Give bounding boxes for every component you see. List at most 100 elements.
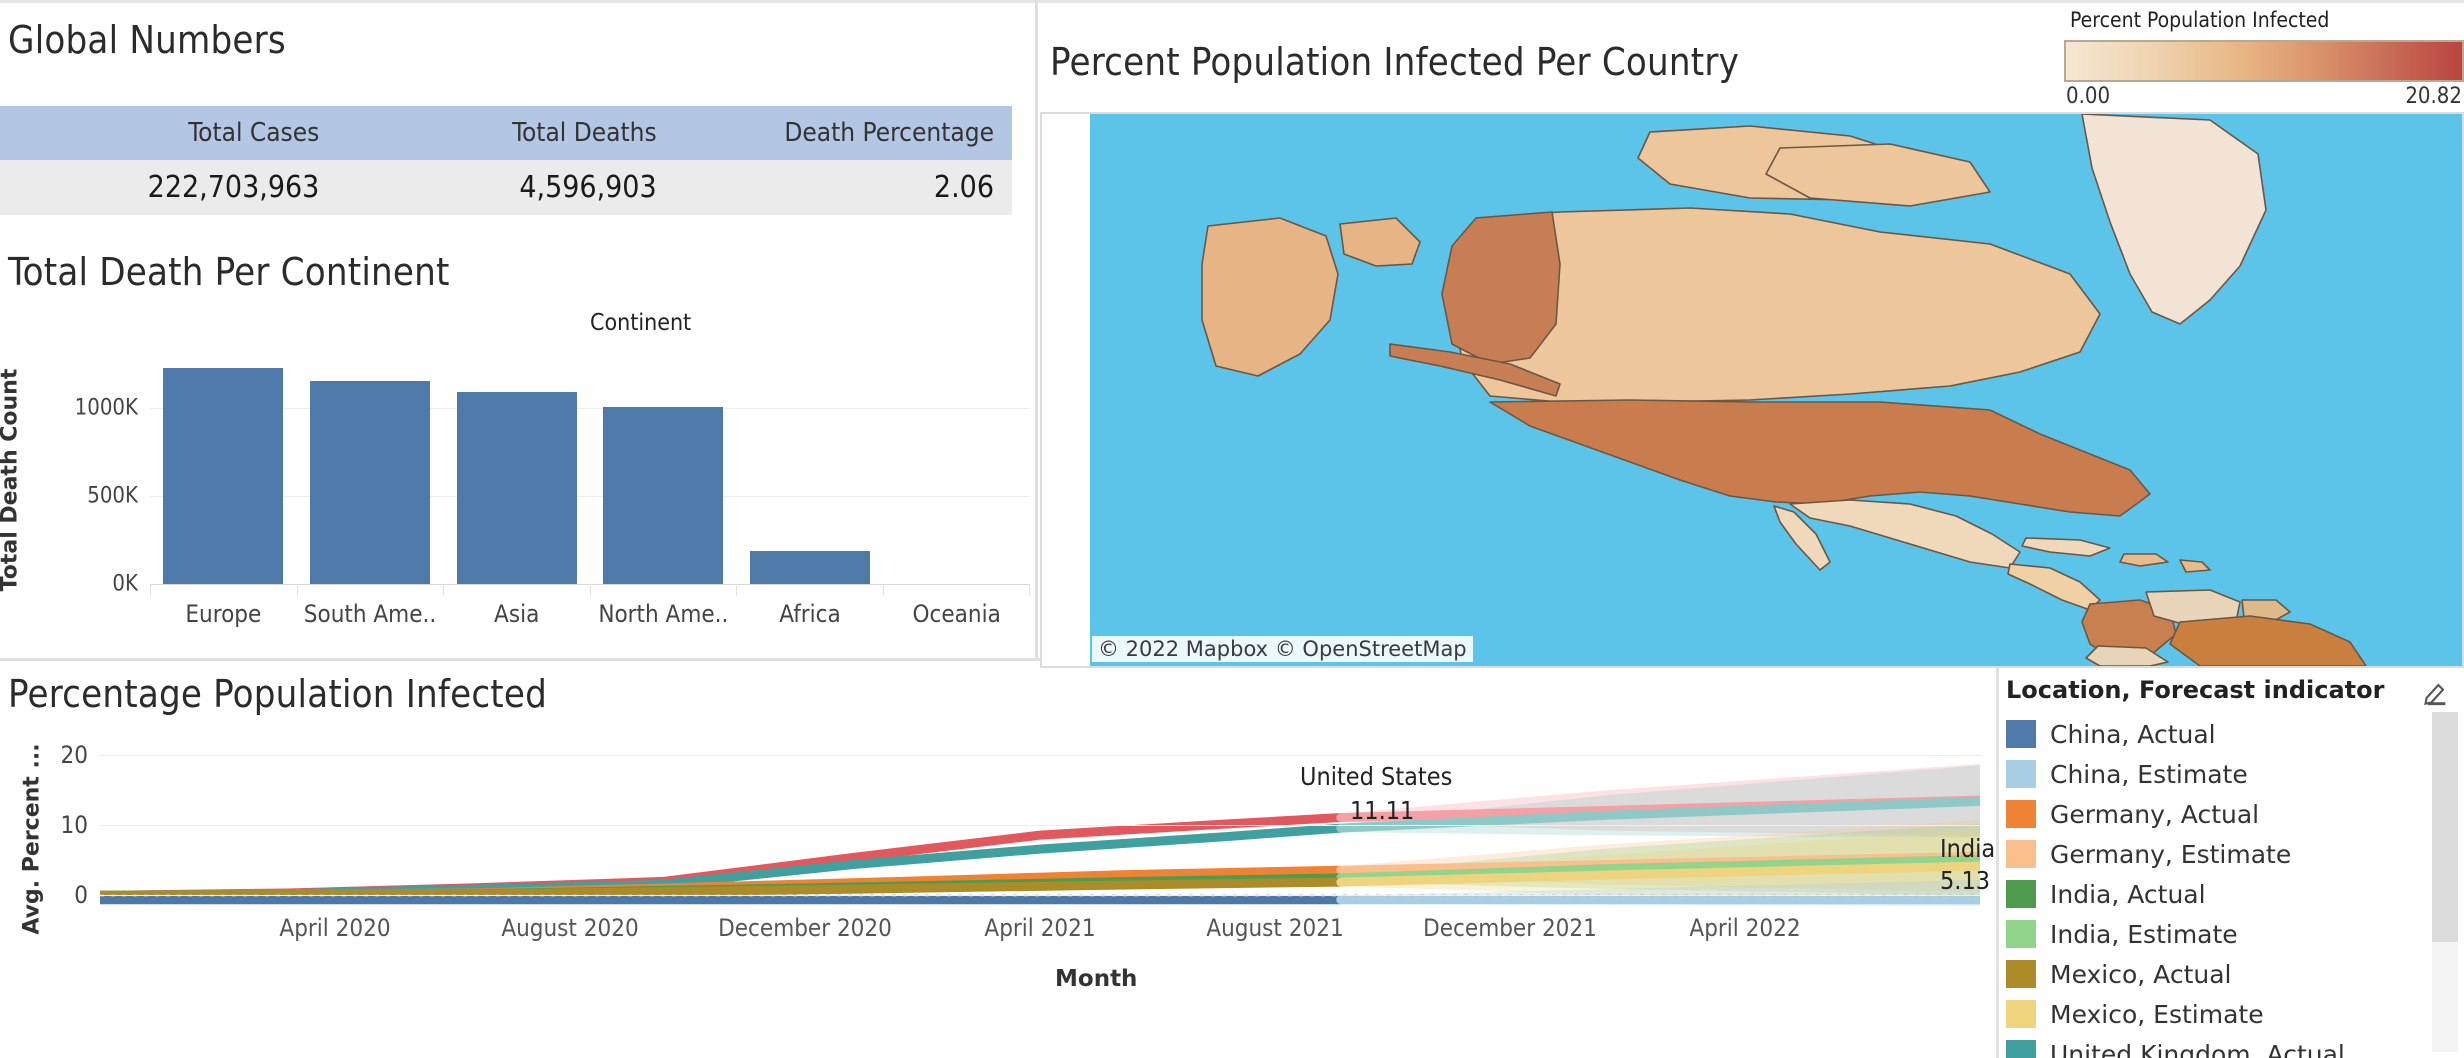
legend-scrollbar-thumb[interactable]: [2432, 712, 2458, 942]
series-legend-items: China, Actual China, Estimate Germany, Act…: [2006, 714, 2406, 1058]
table-row: 222,703,963 4,596,903 2.06: [0, 160, 1012, 217]
legend-swatch: [2006, 800, 2036, 828]
global-numbers-title: Global Numbers: [8, 18, 286, 62]
bar[interactable]: [163, 367, 284, 584]
legend-item[interactable]: China, Actual: [2006, 714, 2406, 754]
bar-chart-title: Total Death Per Continent: [8, 250, 450, 294]
legend-scrollbar-track[interactable]: [2432, 712, 2458, 1052]
legend-item[interactable]: Germany, Actual: [2006, 794, 2406, 834]
map-legend-scale: 0.00 20.82: [2064, 84, 2464, 109]
bar-category-label[interactable]: Africa: [737, 600, 884, 628]
dashboard-root: Global Numbers Total Cases Total Deaths …: [0, 0, 2464, 1058]
line-x-tick-label: April 2021: [984, 914, 1096, 942]
annotation-india: India: [1940, 834, 1996, 863]
legend-swatch: [2006, 1040, 2036, 1058]
bar[interactable]: [309, 381, 431, 584]
bar-category-label[interactable]: North Ame..: [590, 600, 737, 628]
map-color-legend: Percent Population Infected 0.00 20.82: [2064, 8, 2464, 109]
line-x-tick-label: December 2021: [1423, 914, 1597, 942]
legend-swatch: [2006, 720, 2036, 748]
bar[interactable]: [749, 550, 871, 584]
bar-slot: [737, 352, 884, 584]
cell-death-percentage[interactable]: 2.06: [674, 160, 1012, 217]
cell-total-cases[interactable]: 222,703,963: [0, 160, 338, 217]
annotation-united-states-value: 11.11: [1350, 796, 1415, 825]
bar-category-label[interactable]: Europe: [150, 600, 297, 628]
column-header-death-percentage[interactable]: Death Percentage: [674, 106, 1012, 160]
total-death-per-continent-panel: Total Death Per Continent Total Death Co…: [0, 250, 1030, 650]
map-legend-gradient: [2064, 40, 2464, 82]
column-header-total-cases[interactable]: Total Cases: [0, 106, 338, 160]
table-header-row: Total Cases Total Deaths Death Percentag…: [0, 106, 1012, 160]
series-legend-panel: Location, Forecast indicator China, Actu…: [2000, 668, 2464, 1058]
legend-swatch: [2006, 880, 2036, 908]
legend-item[interactable]: India, Estimate: [2006, 914, 2406, 954]
line-x-tick-label: August 2021: [1206, 914, 1344, 942]
bar-slot: [883, 352, 1030, 584]
bar-axis-tick: [589, 584, 737, 596]
map-title: Percent Population Infected Per Country: [1050, 40, 1740, 84]
top-divider: [0, 0, 2464, 3]
bar-y-axis-title: Total Death Count: [0, 368, 23, 592]
map-panel: Percent Population Infected Per Country …: [1040, 8, 2464, 668]
pencil-icon[interactable]: [2422, 678, 2450, 706]
vertical-divider: [1035, 0, 1038, 660]
legend-item[interactable]: Mexico, Actual: [2006, 954, 2406, 994]
legend-item[interactable]: Germany, Estimate: [2006, 834, 2406, 874]
map-attribution: © 2022 Mapbox © OpenStreetMap: [1092, 636, 1473, 662]
legend-item[interactable]: Mexico, Estimate: [2006, 994, 2406, 1034]
bar-chart-area: Total Death Count Continent 0K 500K 1000K …: [0, 310, 1030, 650]
map-viewport[interactable]: .c { stroke:#6b5744; stroke-width:1.6; s…: [1040, 112, 2464, 668]
legend-item-label: India, Actual: [2050, 879, 2206, 909]
line-chart-area: Avg. Percent ... 0 10 20 United States 11.…: [0, 734, 2000, 1058]
legend-item-label: Germany, Estimate: [2050, 839, 2292, 869]
bar-category-label[interactable]: Oceania: [883, 600, 1030, 628]
line-series-svg: [95, 763, 1985, 906]
global-numbers-table: Total Cases Total Deaths Death Percentag…: [0, 106, 1012, 217]
series-legend-title: Location, Forecast indicator: [2006, 676, 2385, 704]
legend-item-label: Germany, Actual: [2050, 799, 2260, 829]
bar-slot: [443, 352, 590, 584]
bar-axis-tick: [296, 584, 444, 596]
legend-item-label: China, Actual: [2050, 719, 2216, 749]
line-y-tick-label: 20: [60, 741, 88, 770]
line-x-axis-labels: April 2020 August 2020 December 2020 April …: [100, 914, 1980, 948]
bar-x-axis-labels: Europe South Ame.. Asia North Ame.. Africa Oc…: [150, 600, 1030, 628]
bar-axis-tick: [443, 584, 590, 596]
bar-x-axis-ticks: [150, 584, 1030, 596]
line-y-axis-title: Avg. Percent ...: [19, 743, 45, 935]
legend-item-label: China, Estimate: [2050, 759, 2248, 789]
map-legend-min: 0.00: [2066, 84, 2111, 109]
line-y-tick-label: 0: [74, 881, 88, 910]
bar[interactable]: [456, 392, 577, 584]
bar-y-tick-label: 1000K: [74, 395, 138, 421]
legend-item[interactable]: United Kingdom, Actual: [2006, 1034, 2406, 1058]
bar[interactable]: [603, 407, 724, 584]
percentage-population-infected-panel: Percentage Population Infected Avg. Perc…: [0, 672, 2000, 1058]
line-plot: 0 10 20 United States 11.11 India 5.13: [61, 734, 1996, 909]
bar-axis-tick: [736, 584, 883, 596]
legend-item[interactable]: India, Actual: [2006, 874, 2406, 914]
gridline: [100, 895, 1980, 897]
column-header-total-deaths[interactable]: Total Deaths: [337, 106, 675, 160]
global-numbers-panel: Global Numbers Total Cases Total Deaths …: [0, 18, 1012, 217]
legend-swatch: [2006, 960, 2036, 988]
legend-item-label: United Kingdom, Actual: [2050, 1039, 2345, 1058]
legend-item[interactable]: China, Estimate: [2006, 754, 2406, 794]
annotation-india-value: 5.13: [1940, 866, 1991, 895]
legend-swatch: [2006, 920, 2036, 948]
line-y-tick-label: 10: [60, 811, 88, 840]
line-x-tick-label: December 2020: [718, 914, 892, 942]
world-choropleth-svg: .c { stroke:#6b5744; stroke-width:1.6; s…: [1090, 114, 2462, 666]
legend-item-label: Mexico, Actual: [2050, 959, 2232, 989]
bar-y-tick-label: 500K: [87, 483, 138, 509]
legend-swatch: [2006, 760, 2036, 788]
bar-category-label[interactable]: South Ame..: [297, 600, 444, 628]
bar-axis-tick: [882, 584, 1030, 596]
bar-slot: [590, 352, 737, 584]
bar-category-label[interactable]: Asia: [443, 600, 590, 628]
bar-slot: [150, 352, 297, 584]
legend-item-label: India, Estimate: [2050, 919, 2238, 949]
map-canvas[interactable]: .c { stroke:#6b5744; stroke-width:1.6; s…: [1090, 114, 2462, 666]
cell-total-deaths[interactable]: 4,596,903: [337, 160, 675, 217]
